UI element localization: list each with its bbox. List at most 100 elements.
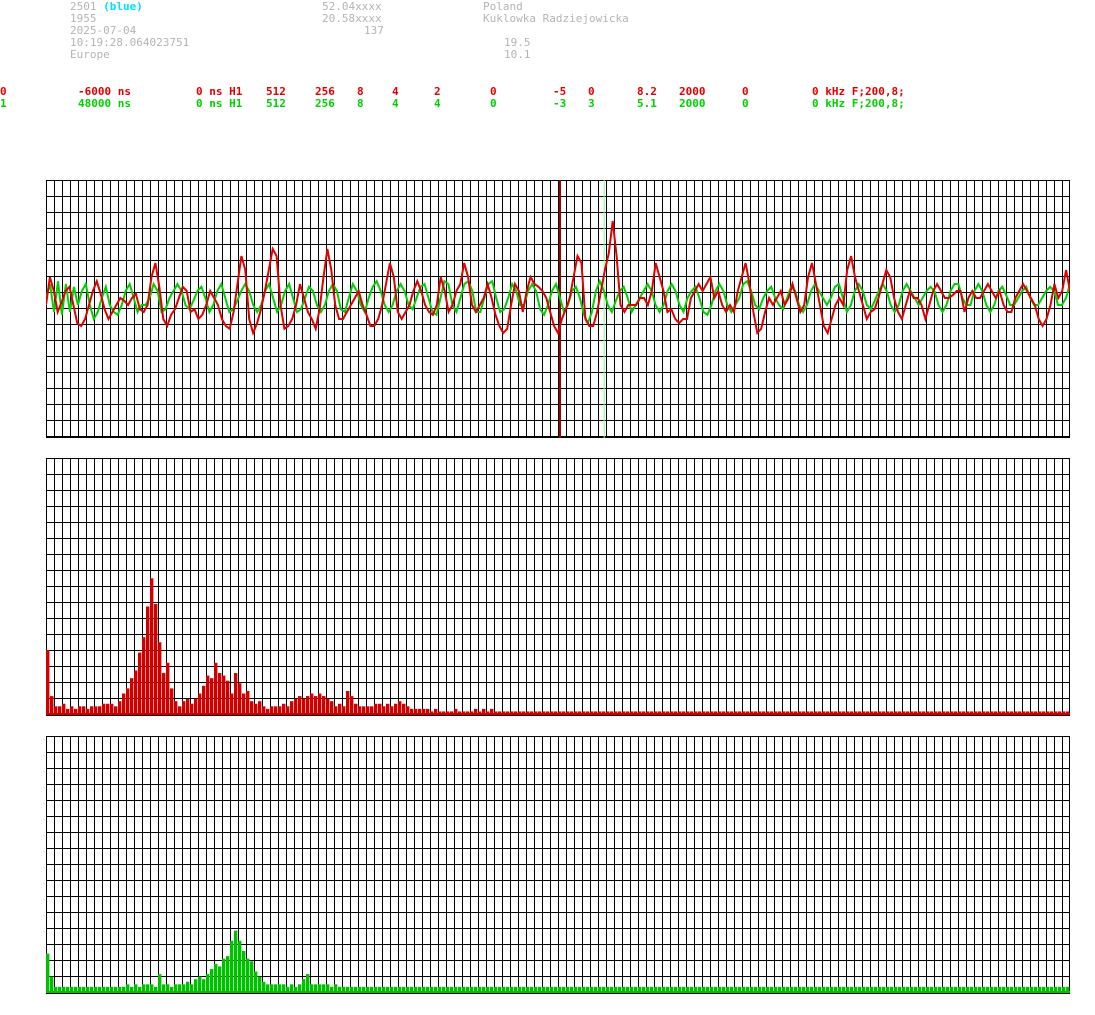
spectrum-bar — [370, 706, 374, 714]
spectrum-bar — [162, 984, 166, 992]
spectrum-bar — [390, 706, 394, 714]
channel-div: 4 — [434, 97, 441, 110]
spectrum-bar — [122, 693, 126, 714]
spectrum-bar — [266, 984, 270, 992]
spectrum-bar — [78, 706, 82, 714]
channel-filter: 0 kHz F;200,8; — [812, 97, 905, 110]
spectrum-bar — [98, 706, 102, 714]
spectrum-bar — [194, 979, 198, 992]
spectrum-bar — [402, 703, 406, 714]
spectrum-bar — [186, 698, 190, 714]
spectrum-bar — [282, 703, 286, 714]
spectrum-chart-green — [46, 736, 1070, 994]
spectrum-bar — [226, 680, 230, 714]
spectrum-bar — [222, 958, 226, 992]
spectrum-bar — [82, 706, 86, 714]
spectrum-bar — [254, 703, 258, 714]
spectrum-bar — [346, 690, 350, 714]
channel-gain: 4 — [392, 97, 399, 110]
spectrum-bar — [298, 984, 302, 992]
spectrum-bar — [262, 981, 266, 992]
spectrum-bar — [202, 979, 206, 992]
spectrum-bar — [262, 706, 266, 714]
spectrum-bar — [218, 966, 222, 992]
spectrum-bar — [238, 683, 242, 714]
spectrum-bar — [142, 984, 146, 992]
value-2: 10.1 — [504, 48, 531, 61]
spectrum-bar — [242, 693, 246, 714]
spectrum-bar — [138, 652, 142, 714]
spectrum-bar — [174, 701, 178, 714]
spectrum-bar — [286, 706, 290, 714]
spectrum-bar — [102, 703, 106, 714]
spectrum-bar — [222, 675, 226, 714]
spectrum-bar — [50, 696, 54, 714]
channel-amplitude: 5.1 — [637, 97, 657, 110]
spectrum-bar — [118, 701, 122, 714]
channel-channel-index: 1 — [0, 97, 7, 110]
spectrum-panel-red — [46, 458, 1070, 716]
spectrum-bar — [330, 701, 334, 714]
spectrum-bar — [250, 961, 254, 992]
spectrum-bar — [298, 696, 302, 714]
spectrum-bar — [62, 703, 66, 714]
spectrum-bar — [306, 696, 310, 714]
spectrum-bar — [110, 703, 114, 714]
spectrum-bar — [374, 703, 378, 714]
spectrum-bar — [234, 930, 238, 992]
spectrum-bar — [182, 701, 186, 714]
spectrum-bar — [234, 673, 238, 714]
spectrum-bar — [278, 706, 282, 714]
spectrum-bar — [362, 706, 366, 714]
channel-bits: 8 — [357, 97, 364, 110]
spectrum-bar — [318, 984, 322, 992]
spectrum-bar — [250, 701, 254, 714]
spectrum-bar — [174, 984, 178, 992]
spectrum-bar — [314, 984, 318, 992]
spectrum-bar — [274, 706, 278, 714]
spectrum-bar — [258, 976, 262, 992]
spectrum-bar — [178, 984, 182, 992]
spectrum-bar — [278, 984, 282, 992]
spectrum-bar — [158, 642, 162, 714]
spectrum-bar — [50, 976, 54, 992]
spectrum-bar — [334, 984, 338, 992]
spectrum-bar — [94, 706, 98, 714]
channel-time-offset: 48000 ns — [78, 97, 131, 110]
spectrum-bar — [126, 984, 130, 992]
spectrum-bar — [282, 984, 286, 992]
spectrum-bar — [406, 706, 410, 714]
spectrum-bar — [342, 706, 346, 714]
spectrum-bar — [306, 974, 310, 992]
channel-trig-b: 3 — [588, 97, 595, 110]
spectrum-bar — [318, 693, 322, 714]
spectrum-bar — [134, 984, 138, 992]
spectrum-bar — [310, 984, 314, 992]
channel-bins: 256 — [315, 97, 335, 110]
spectrum-bar — [394, 703, 398, 714]
region: Europe — [70, 48, 110, 61]
spectrum-bar — [182, 984, 186, 992]
spectrum-bar — [58, 706, 62, 714]
spectrum-bar — [114, 706, 118, 714]
channel-fft-size: 512 — [266, 97, 286, 110]
spectrum-bar — [302, 698, 306, 714]
spectrum-bar — [326, 698, 330, 714]
channel-trig-a: -3 — [553, 97, 567, 110]
spectrum-bar — [226, 956, 230, 992]
spectrum-chart-red — [46, 458, 1070, 716]
spectrum-bar — [166, 984, 170, 992]
spectrum-bar — [230, 693, 234, 714]
spectrum-bar — [398, 701, 402, 714]
channel-h-setting: 0 ns H1 — [196, 97, 243, 110]
spectrum-bar — [302, 979, 306, 992]
spectrum-bar — [106, 703, 110, 714]
spectrum-bar — [130, 678, 134, 714]
spectrum-bar — [354, 703, 358, 714]
spectrum-bar — [366, 706, 370, 714]
spectrum-bar — [350, 696, 354, 714]
spectrum-bar — [178, 706, 182, 714]
spectrum-bar — [218, 673, 222, 714]
place-name: Kuklowka Radziejowicka — [483, 12, 629, 25]
spectrum-bar — [146, 606, 150, 714]
